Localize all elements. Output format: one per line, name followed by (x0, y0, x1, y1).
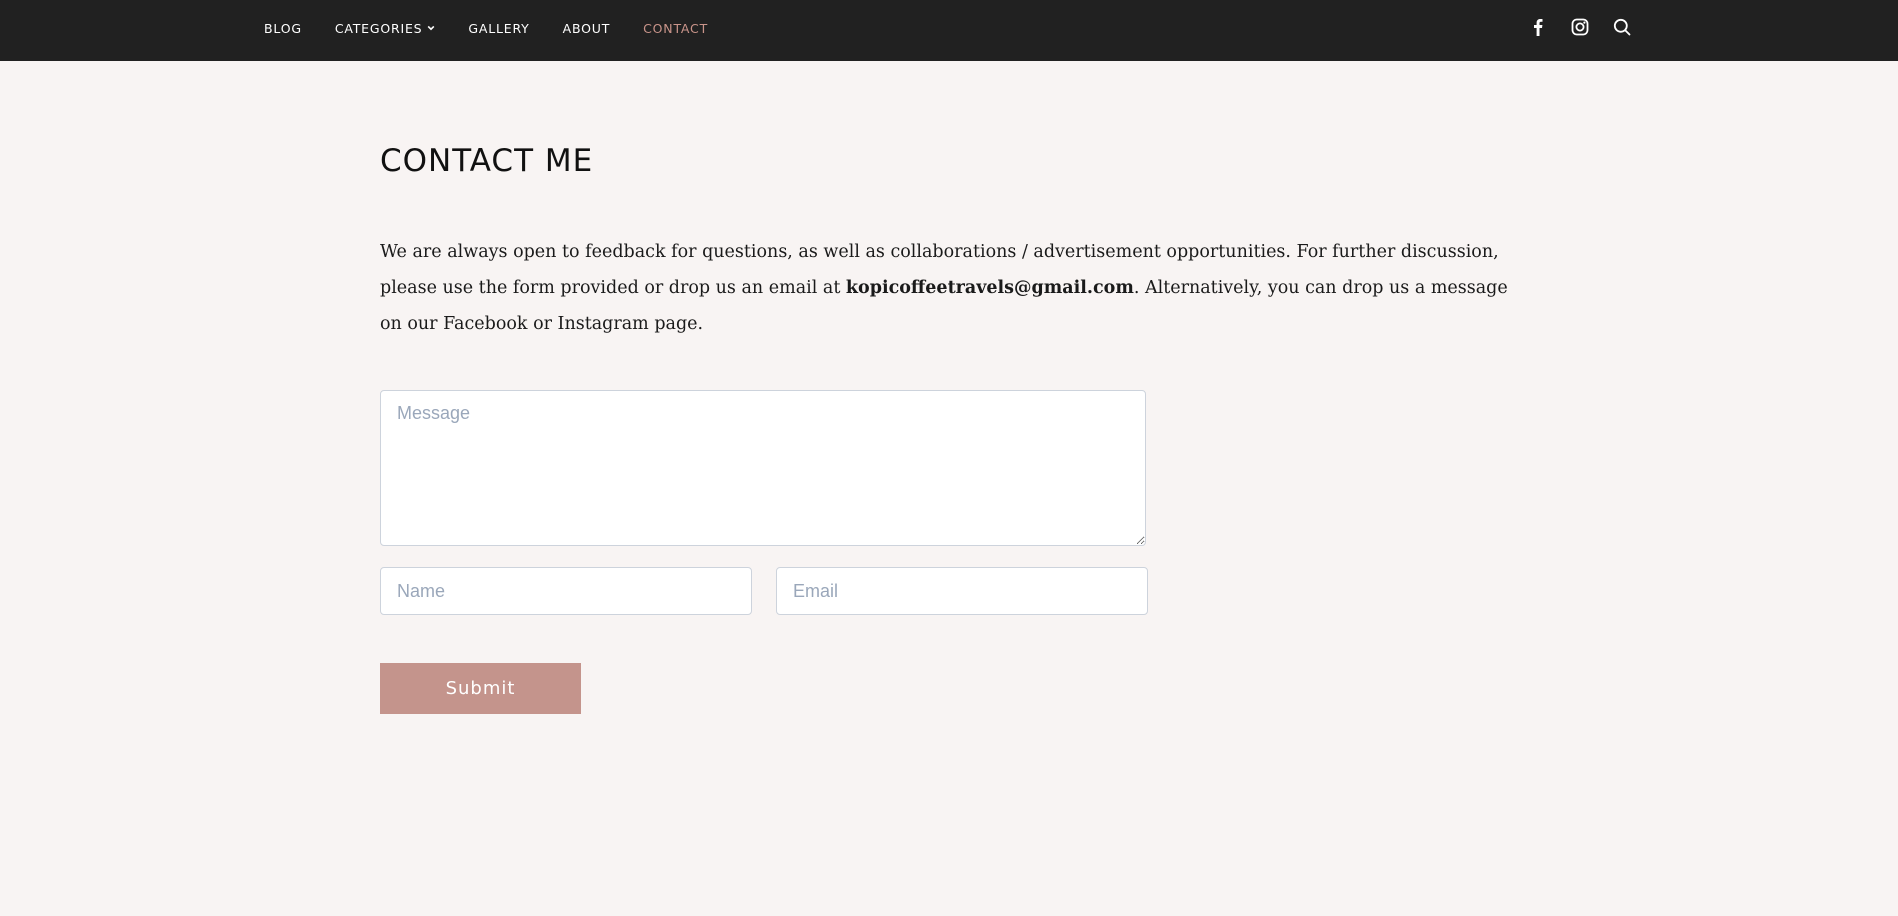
nav-item-blog[interactable]: BLOG (264, 21, 302, 36)
message-field[interactable] (380, 390, 1146, 546)
name-field[interactable] (380, 567, 752, 615)
nav-item-contact[interactable]: CONTACT (643, 21, 708, 36)
nav-item-gallery[interactable]: GALLERY (468, 21, 529, 36)
submit-button[interactable]: Submit (380, 663, 581, 714)
nav-item-label: GALLERY (468, 21, 530, 36)
nav-item-categories[interactable]: CATEGORIES (335, 21, 436, 36)
email-field[interactable] (776, 567, 1148, 615)
nav-item-about[interactable]: ABOUT (563, 21, 611, 36)
social-links (1528, 17, 1654, 37)
search-icon[interactable] (1612, 17, 1632, 37)
contact-email: kopicoffeetravels@gmail.com (845, 278, 1134, 298)
page-title: CONTACT ME (380, 143, 594, 179)
instagram-icon[interactable] (1570, 17, 1590, 37)
main-nav: BLOG CATEGORIES GALLERY ABOUT CONTACT (264, 0, 741, 57)
nav-item-label: CONTACT (643, 21, 709, 36)
top-navigation-bar: BLOG CATEGORIES GALLERY ABOUT CONTACT (0, 0, 1898, 61)
nav-item-label: ABOUT (562, 21, 611, 36)
chevron-down-icon (428, 25, 435, 31)
nav-item-label: CATEGORIES (334, 21, 423, 36)
facebook-icon[interactable] (1528, 17, 1548, 37)
intro-paragraph: We are always open to feedback for quest… (380, 234, 1520, 342)
nav-item-label: BLOG (264, 21, 302, 36)
